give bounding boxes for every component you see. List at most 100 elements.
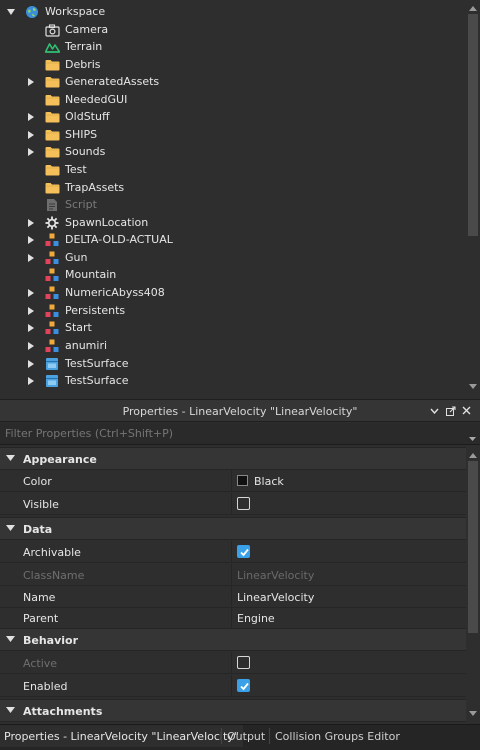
expand-arrow-right-icon[interactable]: [26, 341, 36, 351]
chevron-down-icon[interactable]: [428, 404, 441, 417]
scroll-down-icon[interactable]: [467, 382, 479, 392]
column-divider[interactable]: [231, 541, 232, 562]
explorer-item[interactable]: Gun: [0, 249, 466, 267]
spawn-gear-icon: [44, 215, 60, 231]
explorer-item[interactable]: GeneratedAssets: [0, 73, 466, 91]
close-icon[interactable]: [460, 404, 473, 417]
category-attachments[interactable]: Attachments: [0, 699, 466, 722]
expand-arrow-right-icon[interactable]: [26, 112, 36, 122]
visible-checkbox[interactable]: [237, 497, 250, 510]
property-row-color[interactable]: Color Black: [0, 470, 466, 492]
explorer-item[interactable]: Script: [0, 196, 466, 214]
column-divider[interactable]: [231, 564, 232, 585]
property-row-name[interactable]: Name LinearVelocity: [0, 586, 466, 608]
property-value[interactable]: LinearVelocity: [237, 591, 314, 604]
property-name: Enabled: [23, 680, 68, 693]
color-swatch[interactable]: [237, 475, 248, 486]
property-row-classname: ClassName LinearVelocity: [0, 564, 466, 586]
expand-arrow-right-icon[interactable]: [26, 235, 36, 245]
collapse-arrow-icon[interactable]: [6, 455, 15, 461]
expand-arrow-right-icon[interactable]: [26, 130, 36, 140]
scroll-up-icon[interactable]: [467, 3, 479, 13]
column-divider[interactable]: [231, 675, 232, 696]
column-divider[interactable]: [231, 470, 232, 491]
explorer-scroll-thumb[interactable]: [468, 14, 478, 236]
tab-output[interactable]: Output: [223, 725, 269, 747]
explorer-item[interactable]: NumericAbyss408: [0, 284, 466, 302]
collapse-arrow-icon[interactable]: [6, 707, 15, 713]
model-icon: [44, 232, 60, 248]
column-divider[interactable]: [231, 586, 232, 607]
model-icon: [44, 338, 60, 354]
explorer-item-label: Start: [65, 321, 92, 334]
explorer-item-label: Workspace: [45, 5, 106, 18]
explorer-item[interactable]: SHIPS: [0, 126, 466, 144]
active-checkbox[interactable]: [237, 656, 250, 669]
explorer-item[interactable]: TestSurface: [0, 372, 466, 390]
collapse-arrow-icon[interactable]: [6, 525, 15, 531]
explorer-item[interactable]: Workspace: [0, 3, 466, 21]
explorer-item[interactable]: TrapAssets: [0, 179, 466, 197]
expand-arrow-right-icon[interactable]: [26, 77, 36, 87]
archivable-checkbox[interactable]: [237, 545, 250, 558]
model-icon: [44, 303, 60, 319]
explorer-item[interactable]: Persistents: [0, 302, 466, 320]
expand-arrow-right-icon[interactable]: [26, 306, 36, 316]
explorer-scrollbar[interactable]: [466, 0, 480, 397]
property-value: LinearVelocity: [237, 569, 315, 582]
explorer-item[interactable]: Sounds: [0, 143, 466, 161]
undock-icon[interactable]: [444, 404, 457, 417]
property-row-visible[interactable]: Visible: [0, 493, 466, 515]
expand-arrow-down-icon[interactable]: [6, 7, 16, 17]
property-row-enabled[interactable]: Enabled: [0, 675, 466, 697]
expand-arrow-right-icon[interactable]: [26, 359, 36, 369]
explorer-item-label: Persistents: [65, 304, 126, 317]
folder-icon: [44, 127, 60, 143]
scroll-up-icon[interactable]: [467, 450, 479, 460]
explorer-item[interactable]: TestSurface: [0, 355, 466, 373]
tab-properties[interactable]: Properties - LinearVelocity "LinearVeloc…: [0, 725, 243, 747]
properties-scroll-thumb[interactable]: [468, 461, 478, 633]
explorer-item[interactable]: Mountain: [0, 266, 466, 284]
property-row-archivable[interactable]: Archivable: [0, 541, 466, 563]
collapse-arrow-icon[interactable]: [6, 636, 15, 642]
explorer-item[interactable]: Camera: [0, 21, 466, 39]
expand-arrow-right-icon[interactable]: [26, 253, 36, 263]
category-behavior[interactable]: Behavior: [0, 628, 466, 651]
folder-icon: [44, 144, 60, 160]
column-divider[interactable]: [231, 493, 232, 514]
property-row-parent[interactable]: Parent Engine: [0, 607, 466, 629]
property-row-active[interactable]: Active: [0, 652, 466, 674]
explorer-item[interactable]: anumiri: [0, 337, 466, 355]
property-value[interactable]: Black: [254, 475, 284, 488]
explorer-item[interactable]: DELTA-OLD-ACTUAL: [0, 231, 466, 249]
expand-arrow-right-icon[interactable]: [26, 147, 36, 157]
explorer-item[interactable]: Test: [0, 161, 466, 179]
filter-properties-input[interactable]: [5, 427, 445, 440]
category-label: Behavior: [23, 634, 79, 647]
explorer-item[interactable]: Terrain: [0, 38, 466, 56]
property-value[interactable]: Engine: [237, 612, 275, 625]
explorer-item-label: TestSurface: [65, 357, 129, 370]
expand-arrow-right-icon[interactable]: [26, 376, 36, 386]
enabled-checkbox[interactable]: [237, 679, 250, 692]
explorer-item[interactable]: OldStuff: [0, 108, 466, 126]
explorer-item-label: NeededGUI: [65, 93, 128, 106]
expand-arrow-right-icon[interactable]: [26, 288, 36, 298]
explorer-item[interactable]: SpawnLocation: [0, 214, 466, 232]
column-divider[interactable]: [231, 652, 232, 673]
category-appearance[interactable]: Appearance: [0, 447, 466, 470]
model-icon: [44, 250, 60, 266]
explorer-item[interactable]: Debris: [0, 56, 466, 74]
property-name: Name: [23, 591, 56, 604]
category-data[interactable]: Data: [0, 517, 466, 540]
expand-arrow-right-icon[interactable]: [26, 323, 36, 333]
expand-arrow-right-icon[interactable]: [26, 218, 36, 228]
filter-dropdown-icon[interactable]: [469, 431, 476, 444]
explorer-item[interactable]: NeededGUI: [0, 91, 466, 109]
explorer-item[interactable]: Start: [0, 319, 466, 337]
column-divider[interactable]: [231, 607, 232, 628]
tab-collision-groups-editor[interactable]: Collision Groups Editor: [271, 725, 404, 747]
scroll-down-icon[interactable]: [467, 709, 479, 719]
properties-scrollbar[interactable]: [466, 447, 480, 722]
